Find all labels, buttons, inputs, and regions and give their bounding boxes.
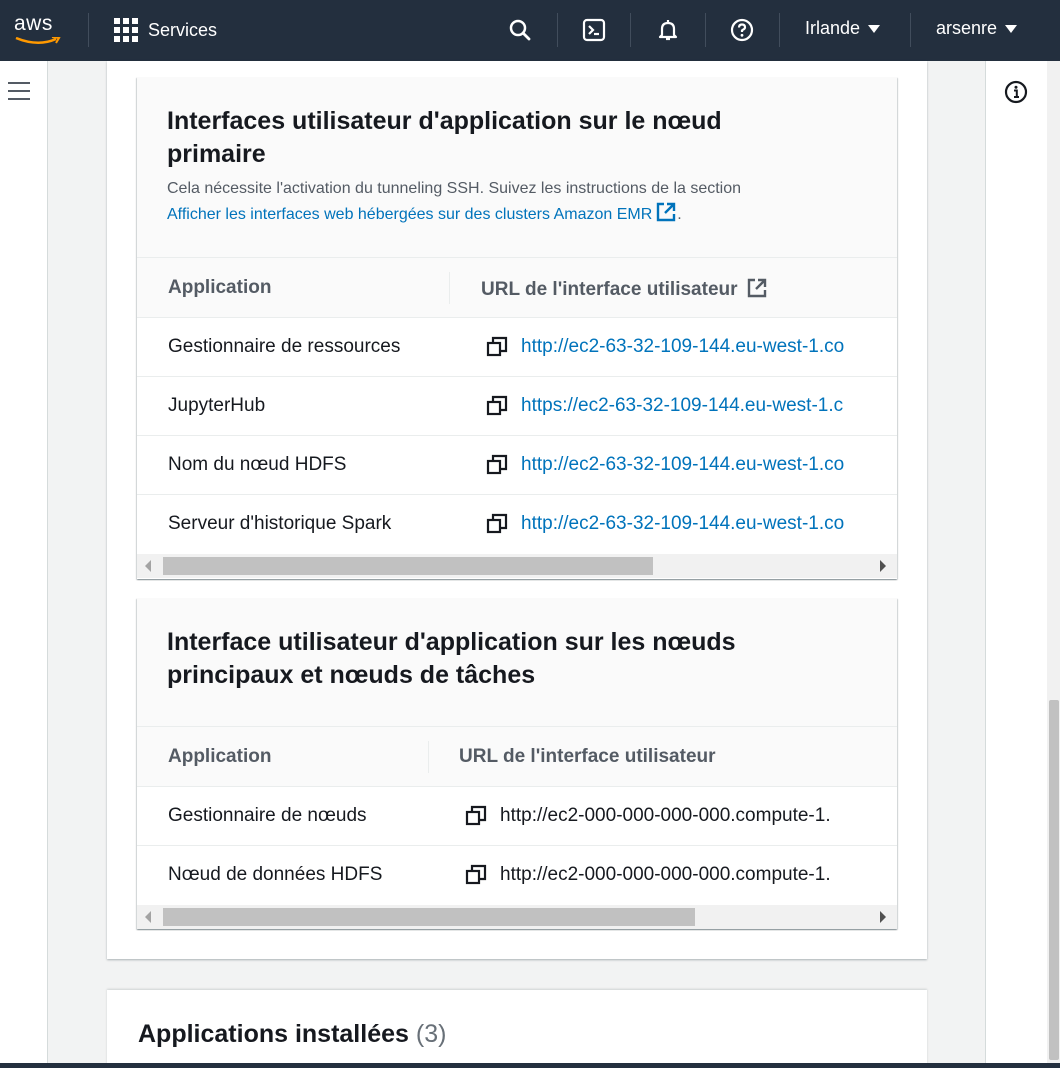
- card-description: Cela nécessite l'activation du tunneling…: [167, 177, 867, 227]
- aws-logo[interactable]: aws: [14, 12, 53, 36]
- column-divider[interactable]: [449, 272, 450, 304]
- region-label: Irlande: [805, 18, 861, 38]
- scroll-right-icon[interactable]: [880, 560, 886, 572]
- table-row: JupyterHub https://ec2-63-32-109-144.eu-…: [137, 377, 897, 436]
- core-task-nodes-ui-card: Interface utilisateur d'application sur …: [137, 598, 897, 929]
- bell-icon: [658, 20, 678, 41]
- application-name: Nœud de données HDFS: [168, 864, 383, 885]
- emr-web-interfaces-link[interactable]: Afficher les interfaces web hébergées su…: [167, 202, 677, 223]
- url-cell: http://ec2-000-000-000-000.compute-1.: [465, 864, 897, 886]
- column-header-url[interactable]: URL de l'interface utilisateur: [459, 746, 716, 768]
- user-label: arsenre: [936, 18, 998, 38]
- table-row: Nœud de données HDFS http://ec2-000-000-…: [137, 846, 897, 905]
- nav-divider: [910, 13, 911, 47]
- url-cell: https://ec2-63-32-109-144.eu-west-1.c: [486, 395, 897, 417]
- help-button[interactable]: [727, 15, 757, 45]
- caret-down-icon: [1005, 24, 1018, 33]
- application-name: Serveur d'historique Spark: [168, 513, 392, 534]
- column-header-application[interactable]: Application: [168, 277, 271, 299]
- scroll-right-icon[interactable]: [880, 911, 886, 923]
- application-name: JupyterHub: [168, 395, 266, 416]
- installed-applications-title: Applications installées (3): [138, 1020, 447, 1048]
- primary-node-ui-card: Interfaces utilisateur d'application sur…: [137, 77, 897, 579]
- aws-smile-icon: [15, 37, 61, 44]
- applications-count: (3): [415, 1020, 447, 1048]
- scroll-left-icon[interactable]: [145, 560, 151, 572]
- region-selector[interactable]: Irlande: [805, 18, 881, 39]
- terminal-icon: [582, 18, 606, 42]
- bottom-edge: [0, 1063, 1060, 1068]
- url-cell: http://ec2-63-32-109-144.eu-west-1.co: [486, 454, 897, 476]
- copy-icon[interactable]: [465, 864, 487, 886]
- services-label: Services: [148, 19, 218, 40]
- application-url-link[interactable]: http://ec2-63-32-109-144.eu-west-1.co: [521, 454, 844, 476]
- application-url-text: http://ec2-000-000-000-000.compute-1.: [500, 805, 831, 826]
- scrollbar-thumb[interactable]: [163, 557, 653, 575]
- table-header-row: Application URL de l'interface utilisate…: [137, 258, 897, 318]
- copy-icon[interactable]: [465, 805, 487, 827]
- application-url-link[interactable]: http://ec2-63-32-109-144.eu-west-1.co: [521, 336, 844, 358]
- table-horizontal-scrollbar[interactable]: [137, 554, 897, 578]
- user-menu[interactable]: arsenre: [936, 18, 1018, 39]
- left-navigation-rail: [0, 61, 48, 1068]
- table-row: Serveur d'historique Spark http://ec2-63…: [137, 495, 897, 554]
- page-scrollbar-thumb[interactable]: [1049, 700, 1059, 1060]
- application-url-text: http://ec2-000-000-000-000.compute-1.: [500, 864, 831, 885]
- copy-icon[interactable]: [486, 454, 508, 476]
- notifications-button[interactable]: [653, 15, 683, 45]
- nav-divider: [88, 13, 89, 47]
- tools-rail: [985, 61, 1047, 1068]
- url-cell: http://ec2-63-32-109-144.eu-west-1.co: [486, 513, 897, 535]
- menu-icon[interactable]: [8, 82, 30, 100]
- table-row: Gestionnaire de nœuds http://ec2-000-000…: [137, 787, 897, 846]
- scrollbar-thumb[interactable]: [163, 908, 695, 926]
- table-row: Nom du nœud HDFS http://ec2-63-32-109-14…: [137, 436, 897, 495]
- application-name: Nom du nœud HDFS: [168, 454, 347, 475]
- card-header: Interface utilisateur d'application sur …: [137, 598, 897, 727]
- url-cell: http://ec2-63-32-109-144.eu-west-1.co: [486, 336, 897, 358]
- installed-applications-panel: Applications installées (3): [107, 990, 927, 1068]
- caret-down-icon: [868, 24, 881, 33]
- card-header: Interfaces utilisateur d'application sur…: [137, 77, 897, 258]
- copy-icon[interactable]: [486, 336, 508, 358]
- table-header-row: Application URL de l'interface utilisate…: [137, 727, 897, 787]
- application-name: Gestionnaire de nœuds: [168, 805, 367, 826]
- column-divider[interactable]: [428, 741, 429, 773]
- card-title: Interface utilisateur d'application sur …: [167, 628, 736, 689]
- card-title: Interfaces utilisateur d'application sur…: [167, 107, 722, 168]
- table-horizontal-scrollbar[interactable]: [137, 905, 897, 929]
- grid-icon: [114, 18, 138, 42]
- external-link-icon: [747, 278, 766, 298]
- nav-divider: [705, 13, 706, 47]
- description-text: Cela nécessite l'activation du tunneling…: [167, 180, 742, 197]
- nav-divider: [630, 13, 631, 47]
- scroll-left-icon[interactable]: [145, 911, 151, 923]
- url-cell: http://ec2-000-000-000-000.compute-1.: [465, 805, 897, 827]
- cloudshell-button[interactable]: [579, 15, 609, 45]
- column-header-application[interactable]: Application: [168, 746, 271, 768]
- copy-icon[interactable]: [486, 513, 508, 535]
- application-url-link[interactable]: https://ec2-63-32-109-144.eu-west-1.c: [521, 395, 843, 417]
- services-menu-button[interactable]: Services: [114, 18, 217, 42]
- search-button[interactable]: [505, 15, 535, 45]
- info-icon[interactable]: [1004, 80, 1028, 104]
- top-navigation: aws Services Irlande arsenre: [0, 0, 1060, 61]
- external-link-icon: [657, 202, 676, 222]
- application-url-link[interactable]: http://ec2-63-32-109-144.eu-west-1.co: [521, 513, 844, 535]
- nav-divider: [779, 13, 780, 47]
- copy-icon[interactable]: [486, 395, 508, 417]
- help-icon: [730, 18, 754, 42]
- table-row: Gestionnaire de ressources http://ec2-63…: [137, 318, 897, 377]
- nav-divider: [557, 13, 558, 47]
- application-name: Gestionnaire de ressources: [168, 336, 401, 357]
- description-end: .: [677, 206, 682, 223]
- search-icon: [509, 19, 531, 41]
- column-header-url[interactable]: URL de l'interface utilisateur: [481, 277, 768, 301]
